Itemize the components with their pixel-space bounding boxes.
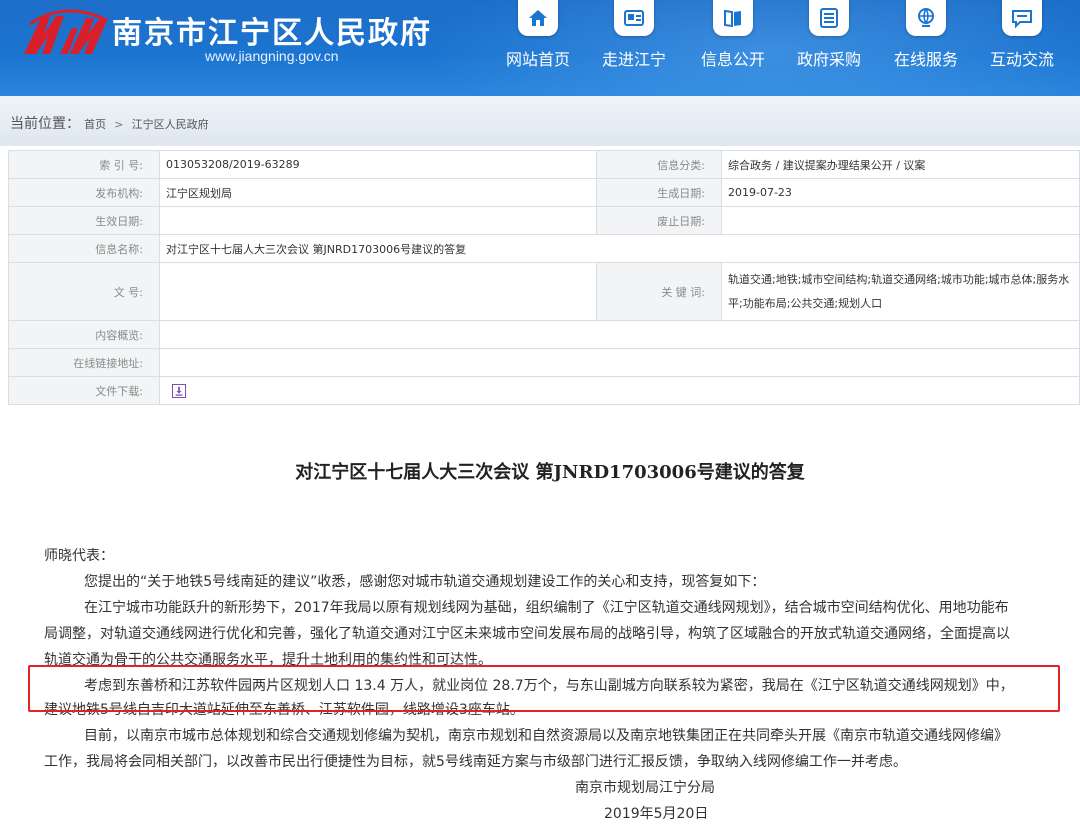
paragraph-4-line: 工作，我局将会同相关部门，以改善市民出行便捷性为目标，就5号线南延方案与市级部门… xyxy=(44,754,907,770)
site-logo-icon[interactable] xyxy=(20,6,110,62)
keywords-value: 轨道交通;地铁;城市空间结构;轨道交通网络;城市功能;城市总体;服务水 平;功能… xyxy=(721,262,1080,321)
nav-label: 走进江宁 xyxy=(601,50,666,69)
paragraph-1: 您提出的“关于地铁5号线南延的建议”收悉，感谢您对城市轨道交通规划建设工作的关心… xyxy=(84,574,766,590)
nav-about-jiangning[interactable]: 走进江宁 xyxy=(586,0,682,90)
nav-interaction[interactable]: 互动交流 xyxy=(974,0,1070,90)
breadcrumb-home-link[interactable]: 首页 xyxy=(84,118,106,131)
breadcrumb: 当前位置： 首页 > 江宁区人民政府 xyxy=(10,113,209,133)
home-icon xyxy=(518,0,558,36)
breadcrumb-lead: 当前位置： xyxy=(10,116,80,132)
file-download-label: 文件下载: xyxy=(8,376,160,405)
red-highlight-box xyxy=(28,665,1060,712)
online-link-value xyxy=(159,348,1080,377)
site-title[interactable]: 南京市江宁区人民政府 xyxy=(112,8,432,52)
category-value: 综合政务 / 建议提案办理结果公开 / 议案 xyxy=(721,150,1080,179)
category-label: 信息分类: xyxy=(596,150,722,179)
summary-value xyxy=(159,320,1080,349)
breadcrumb-separator: > xyxy=(114,118,124,131)
document-title: 对江宁区十七届人大三次会议 第JNRD1703006号建议的答复 xyxy=(295,462,805,483)
effective-date-label: 生效日期: xyxy=(8,206,160,235)
nav-online-service[interactable]: 在线服务 xyxy=(878,0,974,90)
info-name-value: 对江宁区十七届人大三次会议 第JNRD1703006号建议的答复 xyxy=(159,234,1080,263)
summary-label: 内容概览: xyxy=(8,320,160,349)
site-url: www.jiangning.gov.cn xyxy=(205,48,339,64)
signature: 南京市规划局江宁分局 xyxy=(575,780,715,796)
nav-info-disclosure[interactable]: 信息公开 xyxy=(685,0,781,90)
index-value: 013053208/2019-63289 xyxy=(159,150,597,179)
site-header: 南京市江宁区人民政府 www.jiangning.gov.cn 网站首页 走进江… xyxy=(0,0,1080,96)
keywords-line: 平;功能布局;公共交通;规划人口 xyxy=(728,296,883,310)
signature-date: 2019年5月20日 xyxy=(604,806,709,822)
globe-person-icon xyxy=(906,0,946,36)
list-icon xyxy=(809,0,849,36)
nav-label: 政府采购 xyxy=(796,50,861,69)
effective-date-value xyxy=(159,206,597,235)
book-icon xyxy=(713,0,753,36)
index-label: 索 引 号: xyxy=(8,150,160,179)
file-download-cell xyxy=(159,376,1080,405)
gen-date-label: 生成日期: xyxy=(596,178,722,207)
doc-number-value xyxy=(159,262,597,321)
publisher-label: 发布机构: xyxy=(8,178,160,207)
paragraph-2-line: 在江宁城市功能跃升的新形势下，2017年我局以原有规划线网为基础，组织编制了《江… xyxy=(84,600,1009,616)
expire-date-value xyxy=(721,206,1080,235)
chat-icon xyxy=(1002,0,1042,36)
nav-home[interactable]: 网站首页 xyxy=(490,0,586,90)
gen-date-value: 2019-07-23 xyxy=(721,178,1080,207)
nav-procurement[interactable]: 政府采购 xyxy=(781,0,877,90)
doc-number-label: 文 号: xyxy=(8,262,160,321)
info-card-icon xyxy=(614,0,654,36)
main-nav: 网站首页 走进江宁 信息公开 政府采购 在线服务 互动交流 xyxy=(490,0,1080,96)
paragraph-4-line: 目前，以南京市城市总体规划和综合交通规划修编为契机，南京市规划和自然资源局以及南… xyxy=(84,728,1008,744)
keywords-label: 关 键 词: xyxy=(596,262,722,321)
expire-date-label: 废止日期: xyxy=(596,206,722,235)
nav-label: 在线服务 xyxy=(893,50,958,69)
info-name-label: 信息名称: xyxy=(8,234,160,263)
breadcrumb-jiangning-link[interactable]: 江宁区人民政府 xyxy=(132,118,209,131)
document-info-table: 索 引 号: 013053208/2019-63289 信息分类: 综合政务 /… xyxy=(8,150,1080,405)
paragraph-2-line: 局调整，对轨道交通线网进行优化和完善，强化了轨道交通对江宁区未来城市空间发展布局… xyxy=(44,626,1010,642)
nav-label: 信息公开 xyxy=(700,50,765,69)
online-link-label: 在线链接地址: xyxy=(8,348,160,377)
salutation: 师晓代表： xyxy=(44,548,114,564)
nav-label: 互动交流 xyxy=(989,50,1054,69)
download-icon[interactable] xyxy=(172,384,186,398)
keywords-line: 轨道交通;地铁;城市空间结构;轨道交通网络;城市功能;城市总体;服务水 xyxy=(728,272,1070,286)
publisher-value: 江宁区规划局 xyxy=(159,178,597,207)
nav-label: 网站首页 xyxy=(505,50,570,69)
